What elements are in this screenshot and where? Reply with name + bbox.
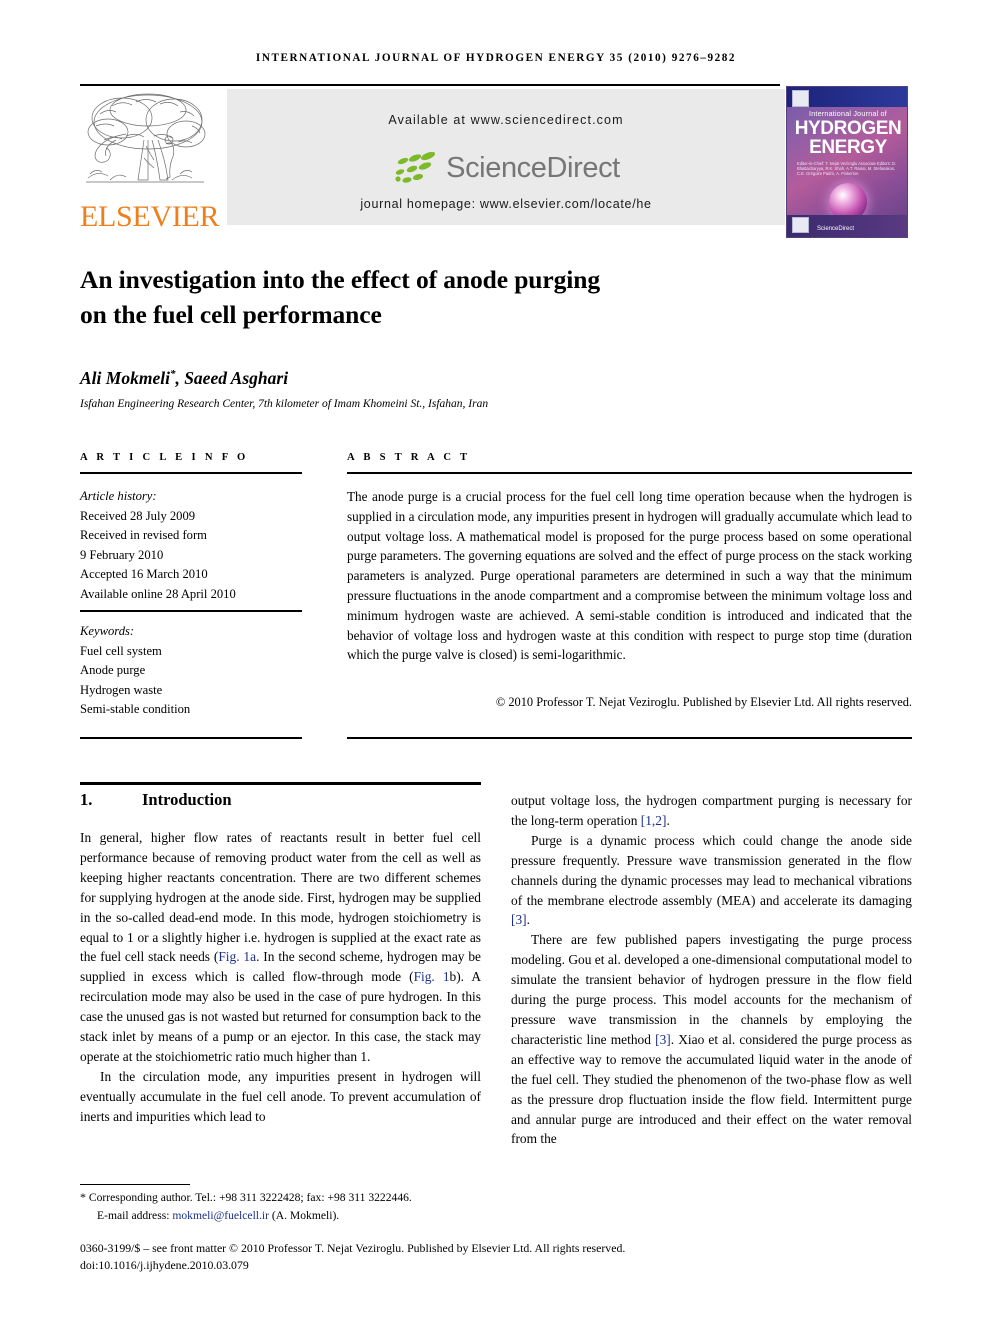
cover-title-line-1: HYDROGEN: [794, 118, 902, 139]
author-list: Ali Mokmeli*, Saeed Asghari: [80, 368, 870, 389]
history-item: Received in revised form: [80, 528, 207, 543]
footnote-rule: [80, 1184, 190, 1185]
paragraph: In general, higher flow rates of reactan…: [80, 830, 482, 1064]
imprint-block: 0360-3199/$ – see front matter © 2010 Pr…: [80, 1240, 912, 1274]
email-owner: (A. Mokmeli).: [271, 1208, 340, 1222]
author-secondary: , Saeed Asghari: [175, 368, 289, 388]
article-info-rule-mid: [80, 610, 302, 612]
affiliation: Isfahan Engineering Research Center, 7th…: [80, 398, 489, 410]
keyword-item: Fuel cell system: [80, 643, 162, 658]
abstract-text: The anode purge is a crucial process for…: [347, 489, 912, 663]
sciencedirect-logo[interactable]: ScienceDirect: [227, 147, 785, 189]
title-line-2: on the fuel cell performance: [80, 300, 382, 329]
figure-reference-1a[interactable]: Fig. 1a: [218, 949, 256, 964]
paragraph: output voltage loss, the hydrogen compar…: [511, 791, 912, 831]
header-rule: [80, 84, 780, 86]
section-number: 1.: [80, 790, 93, 809]
cover-editors: Editor-in-Chief: T. Nejat Veziroglu Asso…: [797, 161, 897, 177]
keyword-item: Hydrogen waste: [80, 682, 163, 697]
elsevier-tree-icon: [86, 93, 206, 183]
article-info-rule-bottom: [80, 737, 302, 739]
paragraph-text: output voltage loss, the hydrogen compar…: [511, 793, 912, 828]
history-item: Accepted 16 March 2010: [80, 567, 208, 582]
corresponding-author-text: Corresponding author. Tel.: +98 311 3222…: [88, 1191, 412, 1204]
history-item: Received 28 July 2009: [80, 508, 196, 523]
citation-3[interactable]: [3]: [511, 912, 527, 927]
article-history-label: Article history:: [80, 489, 157, 503]
title-line-1: An investigation into the effect of anod…: [80, 265, 600, 294]
cover-elsevier-mark-icon: [792, 90, 809, 107]
abstract-rule-top: [347, 472, 912, 474]
email-label: E-mail address:: [97, 1208, 170, 1222]
abstract-heading: A B S T R A C T: [347, 452, 471, 463]
email-note: E-mail address: mokmeli@fuelcell.ir (A. …: [80, 1207, 500, 1225]
front-matter-line: 0360-3199/$ – see front matter © 2010 Pr…: [80, 1241, 626, 1255]
cover-title-line-2: ENERGY: [809, 137, 887, 158]
body-column-left: In general, higher flow rates of reactan…: [80, 828, 481, 1127]
cover-sciencedirect-label: ScienceDirect: [817, 226, 855, 232]
abstract-rule-bottom: [347, 737, 912, 739]
running-head: INTERNATIONAL JOURNAL OF HYDROGEN ENERGY…: [255, 52, 737, 64]
abstract-copyright: © 2010 Professor T. Nejat Veziroglu. Pub…: [495, 695, 912, 709]
keyword-item: Semi-stable condition: [80, 702, 191, 717]
article-info-rule-top: [80, 472, 302, 474]
journal-homepage-text[interactable]: journal homepage: www.elsevier.com/locat…: [227, 197, 785, 211]
journal-masthead: ELSEVIER Available at www.sciencedirect.…: [80, 86, 912, 240]
paragraph-text: .: [666, 812, 670, 828]
history-item: Available online 28 April 2010: [80, 586, 236, 601]
paragraph-text: . Xiao et al. considered the purge proce…: [511, 1031, 913, 1147]
cover-kicker: International Journal of: [809, 109, 887, 118]
history-item: 9 February 2010: [80, 547, 164, 562]
paragraph-text: There are few published papers investiga…: [511, 932, 912, 1047]
keyword-item: Anode purge: [80, 663, 146, 678]
section-rule: [80, 782, 481, 785]
article-info-heading: A R T I C L E I N F O: [80, 452, 249, 463]
keywords-block: Keywords: Fuel cell system Anode purge H…: [80, 622, 302, 720]
citation-1-2[interactable]: [1,2]: [641, 813, 667, 828]
body-column-right: output voltage loss, the hydrogen compar…: [511, 791, 912, 1149]
paragraph-text: Purge is a dynamic process which could c…: [511, 832, 912, 908]
email-link[interactable]: mokmeli@fuelcell.ir: [172, 1209, 269, 1222]
cover-he-mark-icon: [792, 217, 809, 233]
section-heading: 1. Introduction: [80, 790, 481, 810]
doi-line[interactable]: doi:10.1016/j.ijhydene.2010.03.079: [80, 1257, 912, 1274]
journal-cover-thumbnail[interactable]: International Journal of HYDROGEN ENERGY…: [786, 86, 908, 238]
sciencedirect-wordmark: ScienceDirect: [446, 151, 620, 184]
paragraph: In the circulation mode, any impurities …: [80, 1067, 481, 1127]
paragraph-text: .: [526, 912, 530, 928]
sciencedirect-leaves-icon: [395, 151, 436, 183]
keywords-label: Keywords:: [80, 624, 135, 638]
author-primary: Ali Mokmeli: [80, 368, 170, 388]
figure-reference-1[interactable]: Fig. 1: [414, 969, 450, 984]
section-title: Introduction: [142, 790, 232, 809]
article-history: Article history: Received 28 July 2009 R…: [80, 487, 302, 605]
footnote-block: * Corresponding author. Tel.: +98 311 32…: [80, 1189, 500, 1224]
paragraph-text: In general, higher flow rates of reactan…: [80, 830, 481, 965]
available-at-text: Available at www.sciencedirect.com: [388, 113, 624, 127]
sciencedirect-panel: Available at www.sciencedirect.com Scien…: [227, 89, 785, 225]
paragraph: There are few published papers investiga…: [511, 930, 912, 1149]
elsevier-logo[interactable]: ELSEVIER: [80, 88, 220, 238]
footnote-marker: *: [80, 1190, 86, 1204]
paper-page: INTERNATIONAL JOURNAL OF HYDROGEN ENERGY…: [0, 0, 992, 1323]
paragraph-text: In the circulation mode, any impurities …: [80, 1068, 481, 1124]
page-title: An investigation into the effect of anod…: [80, 262, 870, 332]
citation-3-second[interactable]: [3]: [655, 1032, 671, 1047]
corresponding-author-note: * Corresponding author. Tel.: +98 311 32…: [80, 1189, 500, 1207]
elsevier-wordmark: ELSEVIER: [80, 200, 220, 233]
paragraph: Purge is a dynamic process which could c…: [511, 831, 912, 931]
